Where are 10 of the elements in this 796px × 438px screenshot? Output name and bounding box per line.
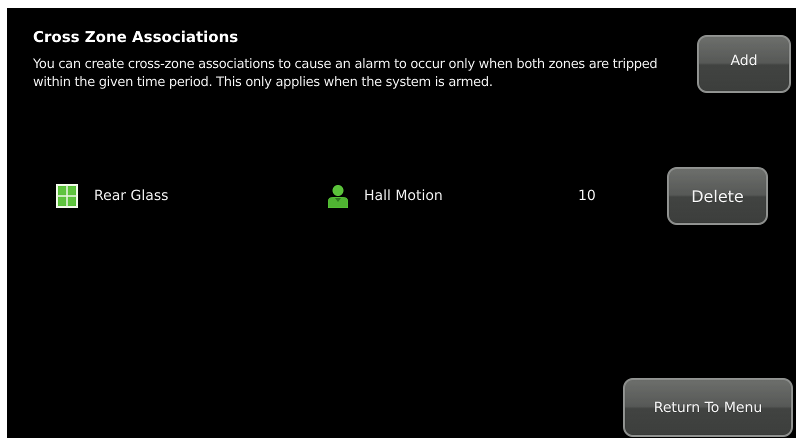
- zone-name: Hall Motion: [364, 188, 443, 204]
- description-text: You can create cross-zone associations to cause an alarm to occur only when both zones are tripped within the given time period. This only applies when the system is armed.: [33, 56, 658, 92]
- add-button[interactable]: Add: [697, 35, 791, 93]
- return-to-menu-button[interactable]: Return To Menu: [623, 378, 793, 437]
- zone-name: Rear Glass: [94, 188, 168, 204]
- delete-button[interactable]: Delete: [667, 167, 768, 225]
- person-icon: [328, 184, 348, 208]
- time-period: 10: [578, 188, 597, 204]
- window-icon: [56, 184, 78, 208]
- screen-title: Cross Zone Associations: [33, 28, 240, 46]
